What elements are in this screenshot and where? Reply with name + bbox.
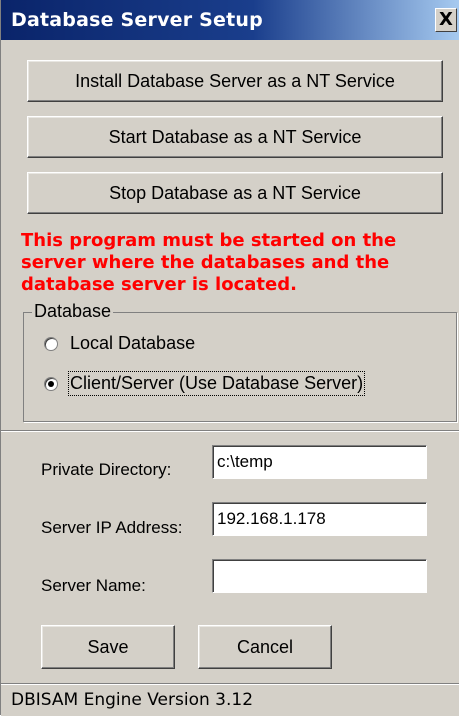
database-group-legend: Database: [32, 301, 114, 322]
local-database-radio[interactable]: [44, 336, 58, 351]
stop-service-button[interactable]: Stop Database as a NT Service: [27, 172, 443, 214]
client-server-radio[interactable]: [44, 376, 58, 391]
client-server-label[interactable]: Client/Server (Use Database Server): [67, 371, 366, 396]
install-service-button[interactable]: Install Database Server as a NT Service: [27, 60, 443, 102]
database-groupbox: Database Local Database Client/Server (U…: [23, 301, 457, 422]
status-bar: DBISAM Engine Version 3.12: [1, 683, 459, 716]
server-ip-label: Server IP Address:: [41, 518, 183, 537]
server-name-label: Server Name:: [41, 576, 146, 595]
window-title: Database Server Setup: [11, 9, 263, 31]
client-server-option[interactable]: Client/Server (Use Database Server): [44, 371, 366, 396]
engine-version-text: DBISAM Engine Version 3.12: [11, 690, 254, 710]
setup-dialog: Database Server Setup X Install Database…: [0, 0, 459, 716]
local-database-option[interactable]: Local Database: [44, 333, 195, 354]
save-button[interactable]: Save: [41, 625, 175, 669]
local-database-label[interactable]: Local Database: [70, 333, 195, 354]
private-directory-input[interactable]: [212, 445, 427, 479]
server-ip-input[interactable]: [212, 502, 427, 536]
private-directory-label: Private Directory:: [41, 460, 172, 479]
server-warning-text: This program must be started on the serv…: [21, 230, 397, 295]
server-name-input[interactable]: [212, 559, 427, 593]
start-service-button[interactable]: Start Database as a NT Service: [27, 116, 443, 158]
section-separator: [1, 430, 459, 432]
cancel-button[interactable]: Cancel: [198, 625, 332, 669]
close-button[interactable]: X: [435, 8, 457, 32]
title-bar[interactable]: Database Server Setup X: [1, 0, 459, 40]
